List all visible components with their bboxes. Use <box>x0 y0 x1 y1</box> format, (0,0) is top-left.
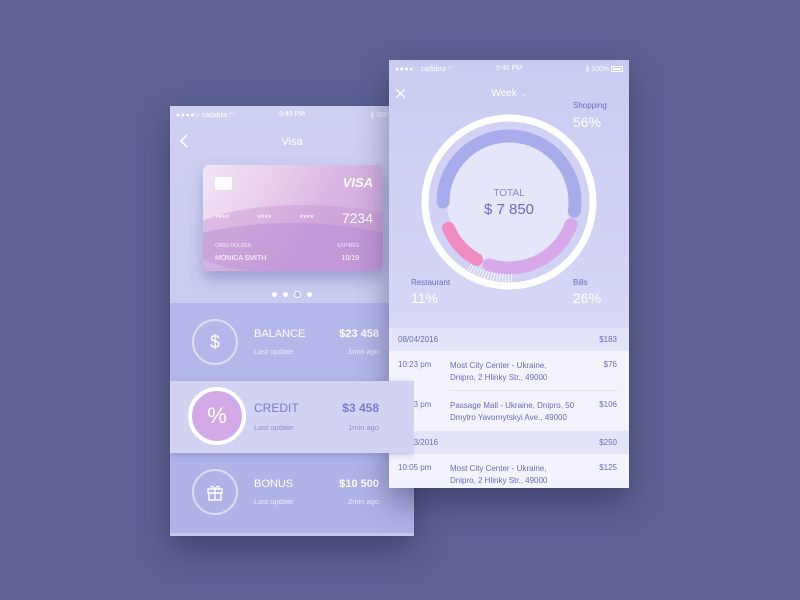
transaction-place-line: Dmytro Yavornytskyi Ave., 49000 <box>450 413 567 422</box>
gift-icon <box>192 469 238 515</box>
legend-label-restaurant: Restaurant <box>411 278 451 287</box>
transaction-place: Most City Center - Ukraine, Dnipro, 2 Hli… <box>450 360 580 384</box>
donut-center-value: $ 7 850 <box>484 201 534 218</box>
card-number-group: **** <box>257 213 272 223</box>
account-updated: 1min ago <box>348 423 379 432</box>
legend-label-shopping: Shopping <box>573 101 607 110</box>
transaction-place-line: Passage Mall - Ukraine, Dnipro, 50 <box>450 401 575 410</box>
account-name: CREDIT <box>254 401 299 415</box>
account-updated: 1min ago <box>348 347 379 356</box>
account-amount: $23 458 <box>339 328 379 340</box>
transaction-amount: $106 <box>599 400 617 409</box>
percent-icon: % <box>188 387 246 445</box>
legend-percent-shopping: 56% <box>573 114 602 130</box>
page-dot[interactable] <box>307 292 312 298</box>
period-label: Week <box>491 88 517 99</box>
account-name: BALANCE <box>254 328 306 340</box>
card-chip-icon <box>215 177 232 190</box>
chevron-down-icon: ⌄ <box>520 91 527 98</box>
card-holder-label: CARD HOLDER <box>215 243 252 249</box>
period-selector[interactable]: Week ⌄ <box>389 88 629 99</box>
donut-center-label: TOTAL <box>493 188 525 199</box>
card-expiry: 10/19 <box>341 255 359 262</box>
transaction-place-line: Most City Center - Ukraine, <box>450 361 547 370</box>
account-row-balance[interactable]: $ BALANCE Last update $23 458 1min ago <box>170 303 414 381</box>
page-indicator[interactable] <box>170 286 414 304</box>
transaction-amount: $125 <box>599 463 617 472</box>
transaction-row[interactable]: 10:23 pm Most City Center - Ukraine, Dnip… <box>389 351 629 391</box>
card-number-group: **** <box>299 213 314 223</box>
transaction-time: 10:05 pm <box>398 463 432 472</box>
card-holder-name: MONICA SMITH <box>215 255 267 262</box>
account-amount: $10 500 <box>339 478 379 490</box>
card-details-screen: ●●●●○ cadabra ◠ 9:40 PM ∦ 100% Visa VISA… <box>170 106 414 536</box>
transaction-day-header[interactable]: 08/04/2016 $183 <box>389 328 629 351</box>
transaction-place-line: Most City Center - Ukraine, <box>450 464 547 473</box>
legend-label-bills: Bills <box>573 278 588 287</box>
battery-icon <box>611 66 623 73</box>
account-updated: 2min ago <box>348 497 379 506</box>
account-row-bonus[interactable]: BONUS Last update $10 500 2min ago <box>170 453 414 533</box>
card-header-area: ●●●●○ cadabra ◠ 9:40 PM ∦ 100% Visa VISA… <box>170 106 414 303</box>
transaction-place: Passage Mall - Ukraine, Dnipro, 50 Dmytro… <box>450 400 580 424</box>
gift-icon-graphic <box>207 485 223 501</box>
transaction-row[interactable]: 09:13 pm Passage Mall - Ukraine, Dnipro,… <box>389 391 629 431</box>
transaction-place-line: Dnipro, 2 Hlinky Str., 49000 <box>450 476 548 485</box>
account-subtitle: Last update <box>254 347 294 356</box>
dollar-icon: $ <box>192 319 238 365</box>
transaction-place-line: Dnipro, 2 Hlinky Str., 49000 <box>450 373 548 382</box>
card-expiry-label: EXPIRES <box>337 243 359 249</box>
page-dot[interactable] <box>294 291 301 299</box>
transaction-day-header[interactable]: 08/03/2016 $250 <box>389 431 629 454</box>
page-dot[interactable] <box>272 292 277 298</box>
status-bar: ●●●●○ cadabra ◠ 9:40 PM ∦ 100% <box>170 106 414 124</box>
bluetooth-icon: ∦ <box>370 112 375 119</box>
transaction-place: Most City Center - Ukraine, Dnipro, 2 Hli… <box>450 463 580 487</box>
transaction-list: 08/04/2016 $183 10:23 pm Most City Cente… <box>389 328 629 488</box>
credit-card[interactable]: VISA **** **** **** 7234 CARD HOLDER MON… <box>203 165 383 271</box>
nav-bar: Visa <box>170 132 414 156</box>
card-number-group: **** <box>215 213 230 223</box>
battery-percent: 100% <box>591 66 610 73</box>
spending-donut-chart: TOTAL $ 7 850 <box>421 114 597 290</box>
transaction-amount: $76 <box>603 360 617 369</box>
spending-chart-area: ●●●●○ cadabra ◠ 9:40 PM ∦ 100% Week ⌄ TOT… <box>389 60 629 328</box>
account-name: BONUS <box>254 478 294 490</box>
status-bar: ●●●●○ cadabra ◠ 9:40 PM ∦ 100% <box>389 60 629 78</box>
legend-percent-bills: 26% <box>573 290 602 306</box>
card-last-digits: 7234 <box>341 210 373 226</box>
transaction-day-date: 08/04/2016 <box>398 335 439 344</box>
transaction-row[interactable]: 10:05 pm Most City Center - Ukraine, Dnip… <box>389 454 629 488</box>
account-amount: $3 458 <box>342 401 379 415</box>
page-title: Visa <box>281 136 303 148</box>
account-subtitle: Last update <box>254 497 294 506</box>
legend-percent-restaurant: 11% <box>411 290 438 306</box>
transaction-day-total: $183 <box>599 335 617 344</box>
spending-screen: ●●●●○ cadabra ◠ 9:40 PM ∦ 100% Week ⌄ TOT… <box>389 60 629 488</box>
account-row-credit[interactable]: % CREDIT Last update $3 458 1min ago <box>170 381 414 453</box>
card-brand-logo: VISA <box>342 175 373 190</box>
account-list: $ BALANCE Last update $23 458 1min ago %… <box>170 303 414 533</box>
account-subtitle: Last update <box>254 423 294 432</box>
bluetooth-icon: ∦ <box>585 66 590 73</box>
page-dot[interactable] <box>283 292 288 298</box>
transaction-time: 10:23 pm <box>398 360 432 369</box>
transaction-day-total: $250 <box>599 438 617 447</box>
card-number: **** **** **** 7234 <box>215 210 373 226</box>
